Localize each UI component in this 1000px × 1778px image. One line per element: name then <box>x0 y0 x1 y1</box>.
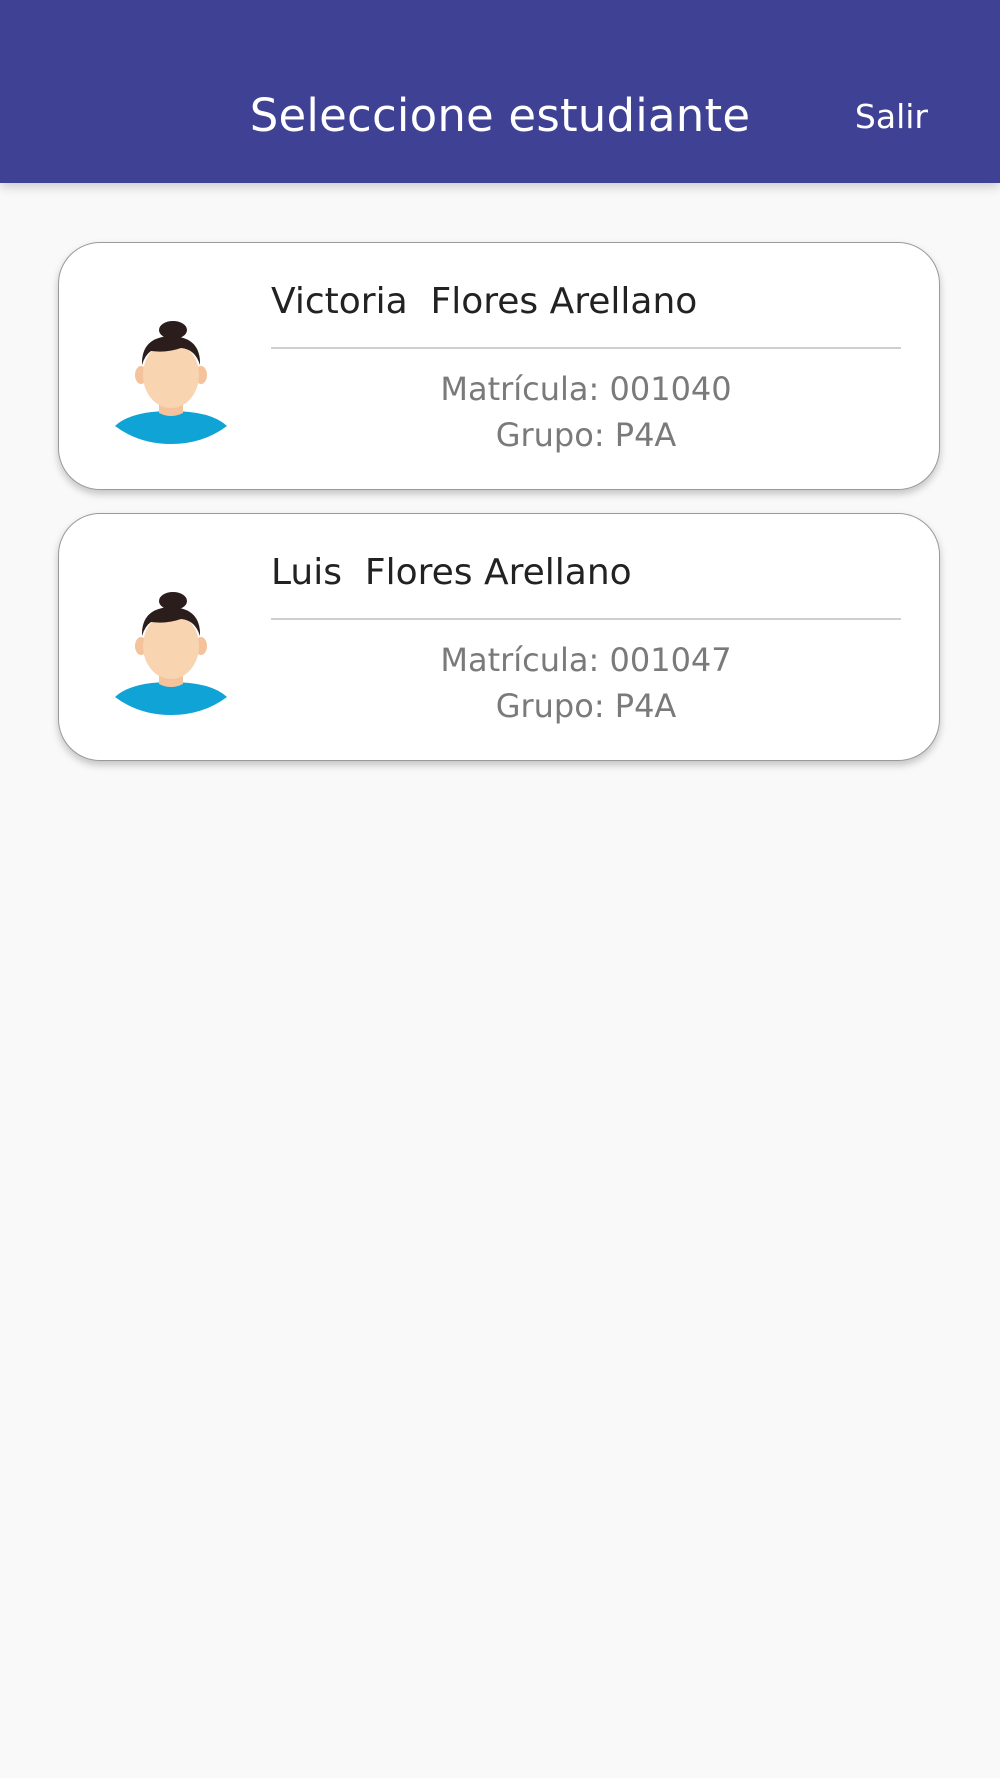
logout-button[interactable]: Salir <box>855 94 928 140</box>
student-grupo: Grupo: P4A <box>495 416 677 454</box>
app-bar: Seleccione estudiante Salir <box>0 0 1000 183</box>
student-matricula: Matrícula: 001040 <box>440 370 732 408</box>
student-name: Victoria Flores Arellano <box>271 281 698 322</box>
student-avatar-icon <box>115 592 227 715</box>
student-matricula: Matrícula: 001047 <box>440 641 732 679</box>
student-card[interactable]: Victoria Flores Arellano Matrícula: 0010… <box>58 242 940 490</box>
student-name: Luis Flores Arellano <box>271 552 632 593</box>
student-card[interactable]: Luis Flores Arellano Matrícula: 001047 G… <box>58 513 940 761</box>
student-grupo: Grupo: P4A <box>495 687 677 725</box>
divider <box>271 618 901 620</box>
divider <box>271 347 901 349</box>
page-title: Seleccione estudiante <box>249 89 751 142</box>
student-avatar-icon <box>115 321 227 444</box>
